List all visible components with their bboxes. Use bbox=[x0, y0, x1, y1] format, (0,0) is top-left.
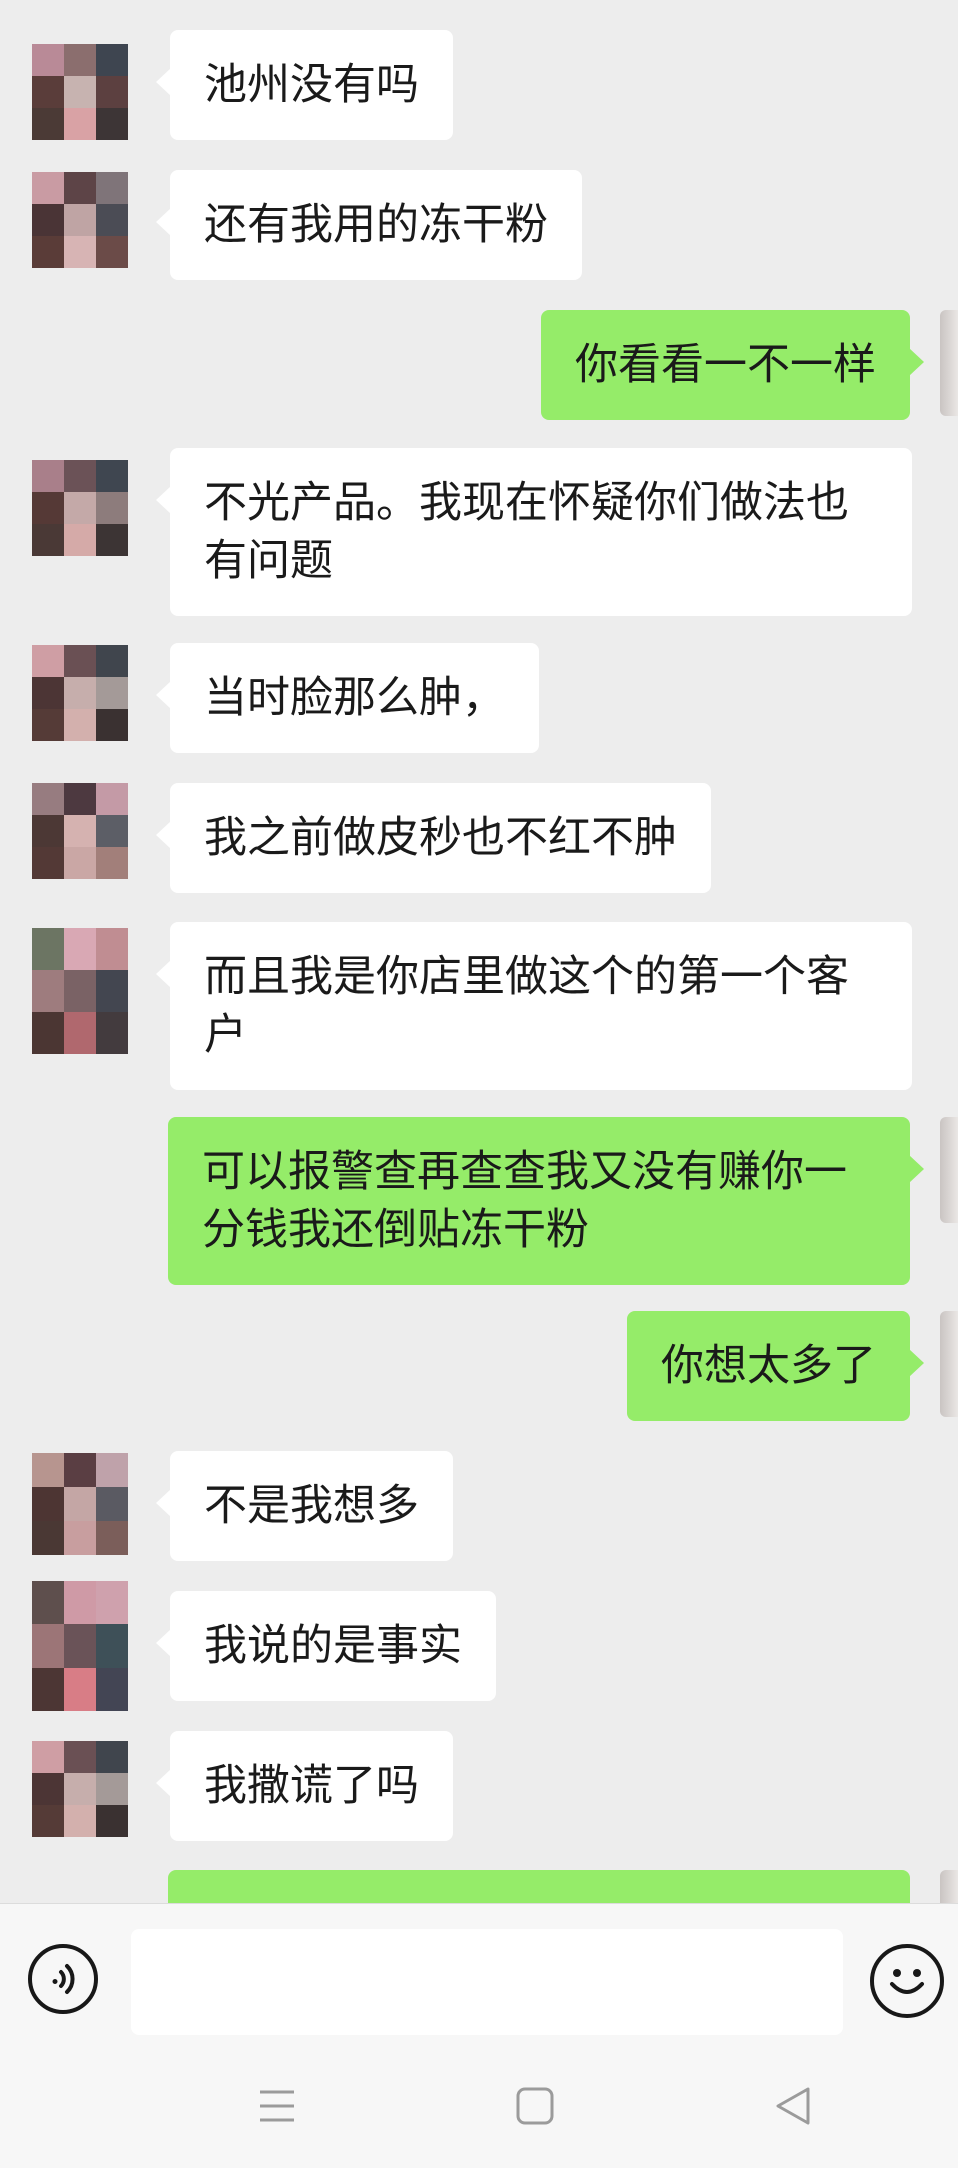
own-avatar[interactable] bbox=[940, 310, 958, 416]
back-button[interactable] bbox=[770, 2083, 816, 2129]
system-nav-bar bbox=[0, 2038, 958, 2168]
contact-avatar[interactable] bbox=[32, 172, 128, 268]
back-icon bbox=[776, 2087, 810, 2125]
message-bubble-incoming[interactable]: 不光产品。我现在怀疑你们做法也有问题 bbox=[156, 448, 912, 616]
message-bubble-outgoing[interactable]: 可以报警查再查查我又没有赚你一分钱我还倒贴冻干粉 bbox=[168, 1117, 924, 1285]
home-button[interactable] bbox=[512, 2083, 558, 2129]
message-row: 我说的是事实 bbox=[0, 1581, 958, 1711]
message-bubble-incoming[interactable]: 当时脸那么肿， bbox=[156, 643, 539, 753]
voice-button[interactable] bbox=[28, 1944, 98, 2014]
contact-avatar[interactable] bbox=[32, 928, 128, 1054]
contact-avatar[interactable] bbox=[32, 44, 128, 140]
message-bubble-incoming[interactable]: 池州没有吗 bbox=[156, 30, 453, 140]
message-bubble-incoming[interactable]: 我说的是事实 bbox=[156, 1591, 496, 1701]
message-row: 而且我是你店里做这个的第一个客户 bbox=[0, 922, 958, 1090]
message-bubble-outgoing[interactable] bbox=[168, 1870, 910, 1903]
message-row: 还有我用的冻干粉 bbox=[0, 170, 958, 280]
message-bubble-incoming[interactable]: 我撒谎了吗 bbox=[156, 1731, 453, 1841]
message-input[interactable] bbox=[131, 1929, 843, 2035]
message-bubble-incoming[interactable]: 我之前做皮秒也不红不肿 bbox=[156, 783, 711, 893]
emoji-button[interactable] bbox=[870, 1944, 944, 2018]
own-avatar[interactable] bbox=[940, 1311, 958, 1417]
own-avatar[interactable] bbox=[940, 1870, 958, 1903]
contact-avatar[interactable] bbox=[32, 783, 128, 879]
menu-icon bbox=[260, 2090, 294, 2122]
contact-avatar[interactable] bbox=[32, 1741, 128, 1837]
message-row: 不是我想多 bbox=[0, 1451, 958, 1561]
chat-history[interactable]: 池州没有吗 还有我用的冻干粉 你看看一不一样 不光产品。我现在怀疑你们做法也有问… bbox=[0, 0, 958, 1903]
emoji-icon bbox=[890, 1969, 924, 1994]
message-row: 可以报警查再查查我又没有赚你一分钱我还倒贴冻干粉 bbox=[0, 1117, 958, 1285]
message-row: 当时脸那么肿， bbox=[0, 643, 958, 753]
voice-icon bbox=[52, 1964, 75, 1994]
message-bubble-incoming[interactable]: 不是我想多 bbox=[156, 1451, 453, 1561]
message-bubble-outgoing[interactable]: 你看看一不一样 bbox=[541, 310, 924, 420]
message-row bbox=[0, 1870, 958, 1903]
message-row: 我之前做皮秒也不红不肿 bbox=[0, 783, 958, 893]
message-row: 我撒谎了吗 bbox=[0, 1731, 958, 1841]
message-row: 不光产品。我现在怀疑你们做法也有问题 bbox=[0, 448, 958, 616]
contact-avatar[interactable] bbox=[32, 645, 128, 741]
contact-avatar[interactable] bbox=[32, 1581, 128, 1711]
input-bar bbox=[0, 1903, 958, 2039]
contact-avatar[interactable] bbox=[32, 1453, 128, 1555]
message-bubble-incoming[interactable]: 还有我用的冻干粉 bbox=[156, 170, 582, 280]
menu-button[interactable] bbox=[254, 2083, 300, 2129]
message-bubble-outgoing[interactable]: 你想太多了 bbox=[627, 1311, 924, 1421]
message-row: 你想太多了 bbox=[0, 1311, 958, 1421]
home-icon bbox=[516, 2087, 554, 2125]
contact-avatar[interactable] bbox=[32, 460, 128, 556]
message-row: 你看看一不一样 bbox=[0, 310, 958, 420]
message-row: 池州没有吗 bbox=[0, 30, 958, 140]
own-avatar[interactable] bbox=[940, 1117, 958, 1223]
message-bubble-incoming[interactable]: 而且我是你店里做这个的第一个客户 bbox=[156, 922, 912, 1090]
